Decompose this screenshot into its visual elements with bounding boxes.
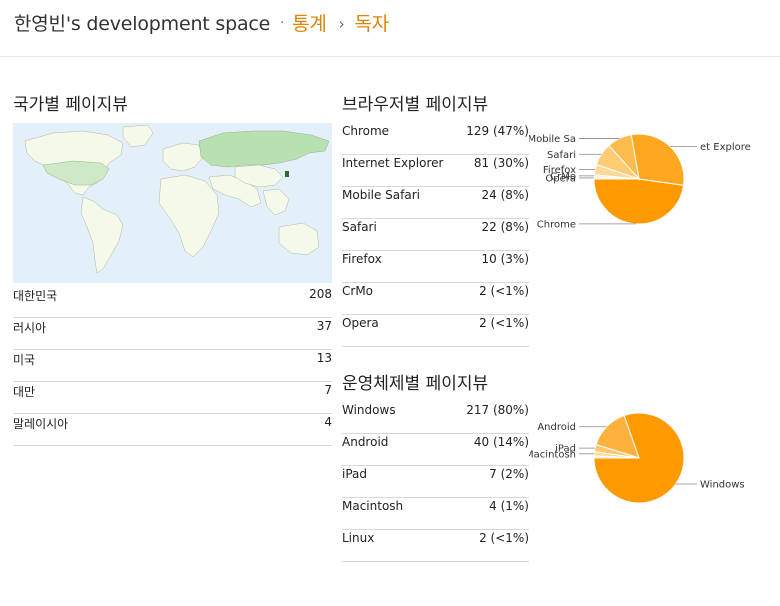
country-row: 대만 7 [13,382,332,414]
browser-row: Safari 22 (8%) [342,219,529,251]
os-row: Android 40 (14%) [342,434,529,466]
country-value: 13 [316,351,332,365]
os-pie-slice-label: Windows [700,480,745,491]
browser-section-title: 브라우저별 페이지뷰 [342,95,489,115]
browser-name: Chrome [342,124,390,138]
map-africa [158,174,220,258]
browser-name: CrMo [342,284,374,298]
country-section-title: 국가별 페이지뷰 [13,95,128,115]
browser-pie-slice-label: et Explorer [700,142,751,153]
breadcrumb-readers-link[interactable]: 독자 [354,13,389,35]
country-row: 러시아 37 [13,318,332,350]
country-name: 러시아 [13,321,47,335]
country-name: 미국 [13,353,36,367]
breadcrumb-separator-chevron: › [338,15,345,33]
os-name: Android [342,435,389,449]
os-pie-svg: WindowsAndroidiPadMacintosh [525,412,745,504]
browser-row: Mobile Safari 24 (8%) [342,187,529,219]
country-name: 대한민국 [13,289,58,303]
os-row: Linux 2 (<1%) [342,530,529,562]
browser-pie-chart: Chrome et Explorer Mobile Sa Safari Firefox C… [528,123,756,241]
map-australia [278,222,320,256]
browser-name: Internet Explorer [342,156,444,170]
browser-row: Chrome 129 (47%) [342,123,529,155]
map-south-america [80,196,124,274]
country-row: 말레이시아 4 [13,414,332,446]
browser-name: Mobile Safari [342,188,420,202]
world-map-svg [24,124,330,274]
map-usa [42,160,110,186]
browser-value: 2 (<1%) [479,316,529,330]
os-section-title: 운영체제별 페이지뷰 [342,374,489,394]
browser-row: Internet Explorer 81 (30%) [342,155,529,187]
os-pie-slice-label: Android [537,422,576,433]
country-row: 미국 13 [13,350,332,382]
os-row: Windows 217 (80%) [342,402,529,434]
map-southeast-asia [262,188,290,216]
browser-value: 24 (8%) [481,188,529,202]
os-value: 40 (14%) [473,435,529,449]
os-table: Windows 217 (80%) Android 40 (14%) iPad 7 (… [342,402,529,562]
browser-pie-slice-label: Chrome [537,219,576,230]
browser-value: 2 (<1%) [479,284,529,298]
browser-value: 22 (8%) [481,220,529,234]
browser-name: Opera [342,316,379,330]
blog-name-link[interactable]: 한영빈's development space [14,13,270,35]
os-value: 7 (2%) [489,467,529,481]
breadcrumb-separator-dot: · [280,16,285,31]
browser-pie-slice-chrome[interactable] [593,178,685,225]
browser-name: Firefox [342,252,382,266]
os-value: 2 (<1%) [479,531,529,545]
breadcrumb-stats-link[interactable]: 통계 [292,13,327,35]
os-pie-slice-label: Macintosh [529,449,576,460]
browser-pie-svg: Chromeet ExplorerMobile SaSafariFirefoxC… [528,133,756,230]
country-value: 208 [309,287,332,301]
os-name: iPad [342,467,368,481]
browser-table: Chrome 129 (47%) Internet Explorer 81 (30%… [342,123,529,347]
country-row: 대한민국 208 [13,286,332,318]
os-pie-chart: Windows Android iPad Macintosh [525,402,751,520]
browser-value: 10 (3%) [481,252,529,266]
browser-name: Safari [342,220,377,234]
browser-pie-slice-label: Opera [545,173,576,184]
os-name: Windows [342,403,396,417]
os-name: Linux [342,531,375,545]
map-europe [162,142,204,172]
map-greenland [122,124,154,148]
browser-pie-slice-label: Safari [547,150,576,161]
page-header: 한영빈's development space · 통계 › 독자 [0,0,780,57]
map-south-korea [285,171,289,177]
world-map[interactable] [13,123,332,283]
os-row: Macintosh 4 (1%) [342,498,529,530]
country-value: 7 [324,383,332,397]
country-name: 말레이시아 [13,417,69,431]
browser-value: 81 (30%) [473,156,529,170]
country-value: 37 [316,319,332,333]
browser-value: 129 (47%) [466,124,529,138]
map-russia [198,130,330,168]
os-row: iPad 7 (2%) [342,466,529,498]
country-table: 대한민국 208 러시아 37 미국 13 대만 7 말레이시아 4 [13,286,332,446]
country-name: 대만 [13,385,36,399]
country-value: 4 [324,415,332,429]
os-value: 217 (80%) [466,403,529,417]
os-name: Macintosh [342,499,404,513]
browser-pie-slice-label: Mobile Sa [529,134,576,145]
breadcrumb: 한영빈's development space · 통계 › 독자 [14,9,389,36]
browser-row: Firefox 10 (3%) [342,251,529,283]
browser-row: Opera 2 (<1%) [342,315,529,347]
browser-row: CrMo 2 (<1%) [342,283,529,315]
os-value: 4 (1%) [489,499,529,513]
